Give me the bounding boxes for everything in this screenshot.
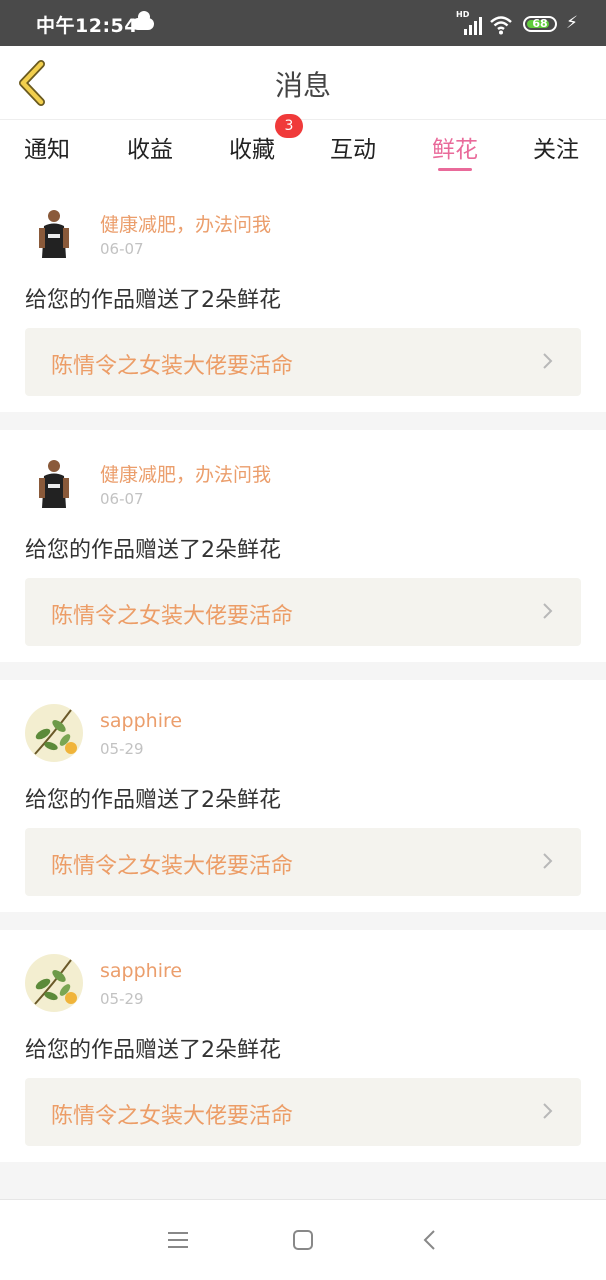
message-date: 06-07 xyxy=(100,240,144,258)
card-divider xyxy=(0,412,606,430)
message-card: 健康减肥，办法问我 06-07 给您的作品赠送了2朵鲜花 陈情令之女装大佬要活命 xyxy=(0,430,606,662)
avatar[interactable] xyxy=(25,204,83,262)
plant-avatar-icon xyxy=(34,709,77,755)
list-bottom-spacer xyxy=(0,1162,606,1199)
message-date: 05-29 xyxy=(100,740,144,758)
system-nav-bar xyxy=(0,1199,606,1280)
user-name[interactable]: sapphire xyxy=(100,710,182,732)
plant-avatar-icon xyxy=(34,959,77,1005)
card-divider xyxy=(0,912,606,930)
work-link[interactable]: 陈情令之女装大佬要活命 xyxy=(25,1078,581,1146)
card-divider xyxy=(0,662,606,680)
tab-notifications[interactable]: 通知 xyxy=(24,130,70,164)
page-title: 消息 xyxy=(274,69,331,102)
tab-interactions[interactable]: 互动 xyxy=(330,130,376,164)
work-link[interactable]: 陈情令之女装大佬要活命 xyxy=(25,578,581,646)
work-link[interactable]: 陈情令之女装大佬要活命 xyxy=(25,328,581,396)
tab-bar: 通知 收益 收藏 互动 鲜花 关注 xyxy=(0,120,606,178)
chevron-right-icon xyxy=(543,353,553,369)
tab-flowers[interactable]: 鲜花 xyxy=(432,130,478,171)
user-name[interactable]: 健康减肥，办法问我 xyxy=(100,460,271,487)
favorites-badge: 3 xyxy=(275,114,303,138)
message-text: 给您的作品赠送了2朵鲜花 xyxy=(25,788,281,813)
signal-icon xyxy=(456,15,482,35)
tab-favorites[interactable]: 收藏 xyxy=(229,130,275,164)
back-triangle-icon[interactable] xyxy=(416,1226,444,1254)
avatar[interactable] xyxy=(25,454,83,512)
tab-flowers-label: 鲜花 xyxy=(432,137,478,163)
message-text: 给您的作品赠送了2朵鲜花 xyxy=(25,538,281,563)
work-title: 陈情令之女装大佬要活命 xyxy=(51,354,294,379)
chevron-right-icon xyxy=(543,603,553,619)
tab-following[interactable]: 关注 xyxy=(533,130,579,164)
message-card: sapphire 05-29 给您的作品赠送了2朵鲜花 陈情令之女装大佬要活命 xyxy=(0,680,606,912)
app-header: 消息 xyxy=(0,46,606,120)
cloud-icon xyxy=(132,11,154,30)
message-card: sapphire 05-29 给您的作品赠送了2朵鲜花 陈情令之女装大佬要活命 xyxy=(0,930,606,1162)
charging-icon: ⚡ xyxy=(566,13,578,33)
wifi-icon xyxy=(490,16,512,35)
user-name[interactable]: 健康减肥，办法问我 xyxy=(100,210,271,237)
work-link[interactable]: 陈情令之女装大佬要活命 xyxy=(25,828,581,896)
chevron-right-icon xyxy=(543,1103,553,1119)
status-time: 中午12:54 xyxy=(36,15,138,37)
work-title: 陈情令之女装大佬要活命 xyxy=(51,1104,294,1129)
user-name[interactable]: sapphire xyxy=(100,960,182,982)
message-date: 05-29 xyxy=(100,990,144,1008)
battery-level: 68 xyxy=(532,17,548,30)
status-bar: 中午12:54 HD 68 ⚡ xyxy=(0,0,606,46)
active-tab-indicator xyxy=(438,168,472,171)
avatar[interactable] xyxy=(25,954,83,1012)
person-avatar-icon xyxy=(39,460,69,508)
message-text: 给您的作品赠送了2朵鲜花 xyxy=(25,1038,281,1063)
home-square-icon[interactable] xyxy=(289,1226,317,1254)
person-avatar-icon xyxy=(39,210,69,258)
avatar[interactable] xyxy=(25,704,83,762)
work-title: 陈情令之女装大佬要活命 xyxy=(51,604,294,629)
work-title: 陈情令之女装大佬要活命 xyxy=(51,854,294,879)
menu-icon[interactable] xyxy=(164,1226,192,1254)
tab-earnings[interactable]: 收益 xyxy=(127,130,173,164)
message-text: 给您的作品赠送了2朵鲜花 xyxy=(25,288,281,313)
message-date: 06-07 xyxy=(100,490,144,508)
message-card: 健康减肥，办法问我 06-07 给您的作品赠送了2朵鲜花 陈情令之女装大佬要活命 xyxy=(0,180,606,412)
battery-icon: 68 xyxy=(523,16,557,32)
chevron-right-icon xyxy=(543,853,553,869)
